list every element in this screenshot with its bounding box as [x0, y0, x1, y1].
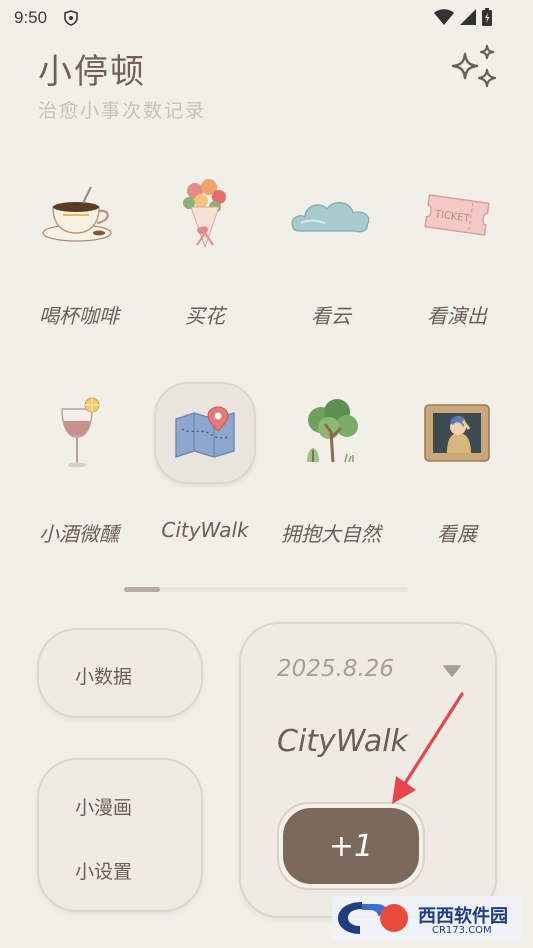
comic-button[interactable]: 小漫画: [75, 793, 132, 820]
activity-label: 看云: [311, 304, 351, 328]
activity-label: 拥抱大自然: [281, 522, 381, 546]
activity-flowers[interactable]: 买花: [142, 150, 268, 350]
activity-coffee[interactable]: 喝杯咖啡: [16, 150, 142, 350]
tree-icon: [280, 382, 382, 484]
date-selector[interactable]: 2025.8.26: [277, 656, 394, 682]
activity-label: 看演出: [427, 304, 487, 328]
page-indicator: [124, 587, 408, 592]
wine-glass-icon: [28, 382, 130, 484]
framed-painting-icon: [406, 382, 508, 484]
status-time: 9:50: [14, 8, 48, 27]
shield-icon: [64, 10, 78, 30]
activity-label: 喝杯咖啡: [39, 304, 119, 328]
status-bar: 9:50: [0, 0, 533, 36]
bouquet-icon: [154, 164, 256, 266]
plus-one-button[interactable]: +1: [277, 802, 425, 890]
activity-label: 看展: [437, 522, 477, 546]
signal-icon: [459, 8, 477, 30]
wifi-icon: [433, 8, 455, 30]
activity-label: 买花: [185, 304, 225, 328]
coffee-cup-icon: [28, 164, 130, 266]
activity-label: CityWalk: [161, 518, 249, 542]
activity-exhibition[interactable]: 看展: [394, 368, 520, 568]
annotation-arrow-icon: [384, 690, 468, 812]
map-icon: [154, 382, 256, 484]
chevron-down-icon[interactable]: [443, 662, 461, 681]
watermark-url: CR173.COM: [432, 925, 492, 936]
data-button[interactable]: 小数据: [37, 628, 203, 718]
plus-one-button-label: +1: [283, 808, 419, 884]
activity-label: 小酒微醺: [39, 522, 119, 546]
activity-show[interactable]: TICKET 看演出: [394, 150, 520, 350]
menu-card: 小漫画 小设置: [37, 758, 203, 912]
data-button-label: 小数据: [75, 666, 133, 688]
battery-icon: [481, 7, 493, 31]
page-indicator-thumb: [124, 587, 160, 592]
activity-citywalk[interactable]: CityWalk: [142, 368, 268, 568]
settings-button[interactable]: 小设置: [75, 857, 132, 884]
ticket-icon: TICKET: [406, 164, 508, 266]
cloud-icon: [280, 164, 382, 266]
activity-clouds[interactable]: 看云: [268, 150, 394, 350]
activity-nature[interactable]: 拥抱大自然: [268, 368, 394, 568]
app-subtitle: 治愈小事次数记录: [38, 100, 207, 122]
activity-wine[interactable]: 小酒微醺: [16, 368, 142, 568]
app-title: 小停顿: [38, 52, 146, 92]
sparkle-icon[interactable]: [449, 44, 499, 92]
